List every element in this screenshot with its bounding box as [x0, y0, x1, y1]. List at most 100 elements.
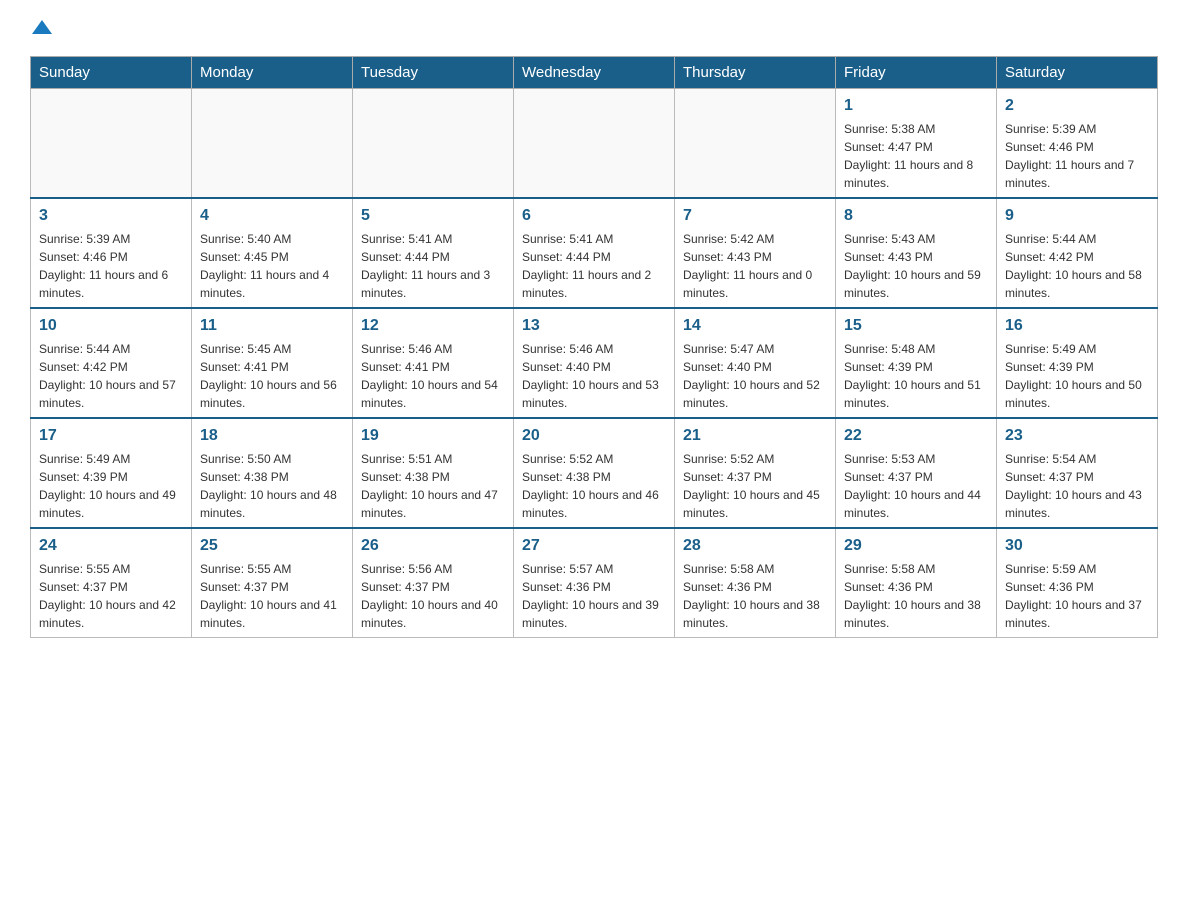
day-info: Sunrise: 5:58 AMSunset: 4:36 PMDaylight:…	[844, 560, 988, 632]
day-number: 6	[522, 204, 666, 228]
day-number: 28	[683, 534, 827, 558]
calendar-cell: 7Sunrise: 5:42 AMSunset: 4:43 PMDaylight…	[675, 198, 836, 308]
day-number: 26	[361, 534, 505, 558]
day-number: 27	[522, 534, 666, 558]
calendar-cell: 3Sunrise: 5:39 AMSunset: 4:46 PMDaylight…	[31, 198, 192, 308]
day-info: Sunrise: 5:43 AMSunset: 4:43 PMDaylight:…	[844, 230, 988, 302]
day-number: 13	[522, 314, 666, 338]
day-number: 25	[200, 534, 344, 558]
day-info: Sunrise: 5:57 AMSunset: 4:36 PMDaylight:…	[522, 560, 666, 632]
calendar-week-row: 1Sunrise: 5:38 AMSunset: 4:47 PMDaylight…	[31, 89, 1158, 199]
weekday-header-saturday: Saturday	[997, 57, 1158, 89]
day-info: Sunrise: 5:40 AMSunset: 4:45 PMDaylight:…	[200, 230, 344, 302]
weekday-header-tuesday: Tuesday	[353, 57, 514, 89]
calendar-cell: 22Sunrise: 5:53 AMSunset: 4:37 PMDayligh…	[836, 418, 997, 528]
calendar-cell: 6Sunrise: 5:41 AMSunset: 4:44 PMDaylight…	[514, 198, 675, 308]
calendar-cell: 2Sunrise: 5:39 AMSunset: 4:46 PMDaylight…	[997, 89, 1158, 199]
calendar-cell	[353, 89, 514, 199]
calendar-cell: 14Sunrise: 5:47 AMSunset: 4:40 PMDayligh…	[675, 308, 836, 418]
day-number: 7	[683, 204, 827, 228]
weekday-header-friday: Friday	[836, 57, 997, 89]
day-number: 16	[1005, 314, 1149, 338]
day-info: Sunrise: 5:46 AMSunset: 4:41 PMDaylight:…	[361, 340, 505, 412]
calendar-table: SundayMondayTuesdayWednesdayThursdayFrid…	[30, 56, 1158, 638]
calendar-cell: 23Sunrise: 5:54 AMSunset: 4:37 PMDayligh…	[997, 418, 1158, 528]
day-info: Sunrise: 5:42 AMSunset: 4:43 PMDaylight:…	[683, 230, 827, 302]
weekday-header-row: SundayMondayTuesdayWednesdayThursdayFrid…	[31, 57, 1158, 89]
calendar-cell: 30Sunrise: 5:59 AMSunset: 4:36 PMDayligh…	[997, 528, 1158, 638]
calendar-cell: 10Sunrise: 5:44 AMSunset: 4:42 PMDayligh…	[31, 308, 192, 418]
day-number: 3	[39, 204, 183, 228]
weekday-header-sunday: Sunday	[31, 57, 192, 89]
calendar-cell: 1Sunrise: 5:38 AMSunset: 4:47 PMDaylight…	[836, 89, 997, 199]
day-info: Sunrise: 5:45 AMSunset: 4:41 PMDaylight:…	[200, 340, 344, 412]
day-info: Sunrise: 5:47 AMSunset: 4:40 PMDaylight:…	[683, 340, 827, 412]
day-info: Sunrise: 5:59 AMSunset: 4:36 PMDaylight:…	[1005, 560, 1149, 632]
day-number: 5	[361, 204, 505, 228]
page-header	[30, 20, 1158, 36]
day-number: 1	[844, 94, 988, 118]
calendar-cell: 17Sunrise: 5:49 AMSunset: 4:39 PMDayligh…	[31, 418, 192, 528]
day-info: Sunrise: 5:53 AMSunset: 4:37 PMDaylight:…	[844, 450, 988, 522]
day-info: Sunrise: 5:48 AMSunset: 4:39 PMDaylight:…	[844, 340, 988, 412]
day-info: Sunrise: 5:41 AMSunset: 4:44 PMDaylight:…	[522, 230, 666, 302]
calendar-cell: 5Sunrise: 5:41 AMSunset: 4:44 PMDaylight…	[353, 198, 514, 308]
day-info: Sunrise: 5:52 AMSunset: 4:37 PMDaylight:…	[683, 450, 827, 522]
calendar-cell: 24Sunrise: 5:55 AMSunset: 4:37 PMDayligh…	[31, 528, 192, 638]
calendar-cell: 28Sunrise: 5:58 AMSunset: 4:36 PMDayligh…	[675, 528, 836, 638]
day-number: 11	[200, 314, 344, 338]
day-info: Sunrise: 5:46 AMSunset: 4:40 PMDaylight:…	[522, 340, 666, 412]
day-number: 20	[522, 424, 666, 448]
day-info: Sunrise: 5:55 AMSunset: 4:37 PMDaylight:…	[200, 560, 344, 632]
calendar-cell: 8Sunrise: 5:43 AMSunset: 4:43 PMDaylight…	[836, 198, 997, 308]
day-info: Sunrise: 5:56 AMSunset: 4:37 PMDaylight:…	[361, 560, 505, 632]
day-info: Sunrise: 5:54 AMSunset: 4:37 PMDaylight:…	[1005, 450, 1149, 522]
day-number: 9	[1005, 204, 1149, 228]
calendar-cell: 21Sunrise: 5:52 AMSunset: 4:37 PMDayligh…	[675, 418, 836, 528]
calendar-cell: 18Sunrise: 5:50 AMSunset: 4:38 PMDayligh…	[192, 418, 353, 528]
day-number: 23	[1005, 424, 1149, 448]
day-number: 19	[361, 424, 505, 448]
day-number: 21	[683, 424, 827, 448]
day-info: Sunrise: 5:49 AMSunset: 4:39 PMDaylight:…	[39, 450, 183, 522]
day-info: Sunrise: 5:55 AMSunset: 4:37 PMDaylight:…	[39, 560, 183, 632]
logo-triangle-icon	[32, 20, 52, 34]
day-info: Sunrise: 5:39 AMSunset: 4:46 PMDaylight:…	[1005, 120, 1149, 192]
day-info: Sunrise: 5:44 AMSunset: 4:42 PMDaylight:…	[1005, 230, 1149, 302]
calendar-cell: 20Sunrise: 5:52 AMSunset: 4:38 PMDayligh…	[514, 418, 675, 528]
calendar-cell	[192, 89, 353, 199]
day-number: 22	[844, 424, 988, 448]
day-info: Sunrise: 5:39 AMSunset: 4:46 PMDaylight:…	[39, 230, 183, 302]
calendar-cell: 29Sunrise: 5:58 AMSunset: 4:36 PMDayligh…	[836, 528, 997, 638]
calendar-cell: 12Sunrise: 5:46 AMSunset: 4:41 PMDayligh…	[353, 308, 514, 418]
calendar-cell: 13Sunrise: 5:46 AMSunset: 4:40 PMDayligh…	[514, 308, 675, 418]
calendar-cell: 11Sunrise: 5:45 AMSunset: 4:41 PMDayligh…	[192, 308, 353, 418]
day-info: Sunrise: 5:49 AMSunset: 4:39 PMDaylight:…	[1005, 340, 1149, 412]
day-info: Sunrise: 5:52 AMSunset: 4:38 PMDaylight:…	[522, 450, 666, 522]
day-number: 24	[39, 534, 183, 558]
calendar-cell	[675, 89, 836, 199]
logo	[30, 20, 52, 36]
calendar-week-row: 3Sunrise: 5:39 AMSunset: 4:46 PMDaylight…	[31, 198, 1158, 308]
calendar-cell	[514, 89, 675, 199]
day-number: 14	[683, 314, 827, 338]
weekday-header-wednesday: Wednesday	[514, 57, 675, 89]
calendar-cell: 15Sunrise: 5:48 AMSunset: 4:39 PMDayligh…	[836, 308, 997, 418]
calendar-week-row: 24Sunrise: 5:55 AMSunset: 4:37 PMDayligh…	[31, 528, 1158, 638]
day-number: 18	[200, 424, 344, 448]
day-number: 15	[844, 314, 988, 338]
calendar-cell	[31, 89, 192, 199]
day-info: Sunrise: 5:58 AMSunset: 4:36 PMDaylight:…	[683, 560, 827, 632]
day-number: 17	[39, 424, 183, 448]
day-number: 30	[1005, 534, 1149, 558]
day-info: Sunrise: 5:38 AMSunset: 4:47 PMDaylight:…	[844, 120, 988, 192]
day-info: Sunrise: 5:50 AMSunset: 4:38 PMDaylight:…	[200, 450, 344, 522]
calendar-cell: 25Sunrise: 5:55 AMSunset: 4:37 PMDayligh…	[192, 528, 353, 638]
calendar-cell: 4Sunrise: 5:40 AMSunset: 4:45 PMDaylight…	[192, 198, 353, 308]
day-info: Sunrise: 5:51 AMSunset: 4:38 PMDaylight:…	[361, 450, 505, 522]
calendar-cell: 19Sunrise: 5:51 AMSunset: 4:38 PMDayligh…	[353, 418, 514, 528]
day-number: 29	[844, 534, 988, 558]
day-info: Sunrise: 5:41 AMSunset: 4:44 PMDaylight:…	[361, 230, 505, 302]
calendar-cell: 27Sunrise: 5:57 AMSunset: 4:36 PMDayligh…	[514, 528, 675, 638]
day-number: 12	[361, 314, 505, 338]
